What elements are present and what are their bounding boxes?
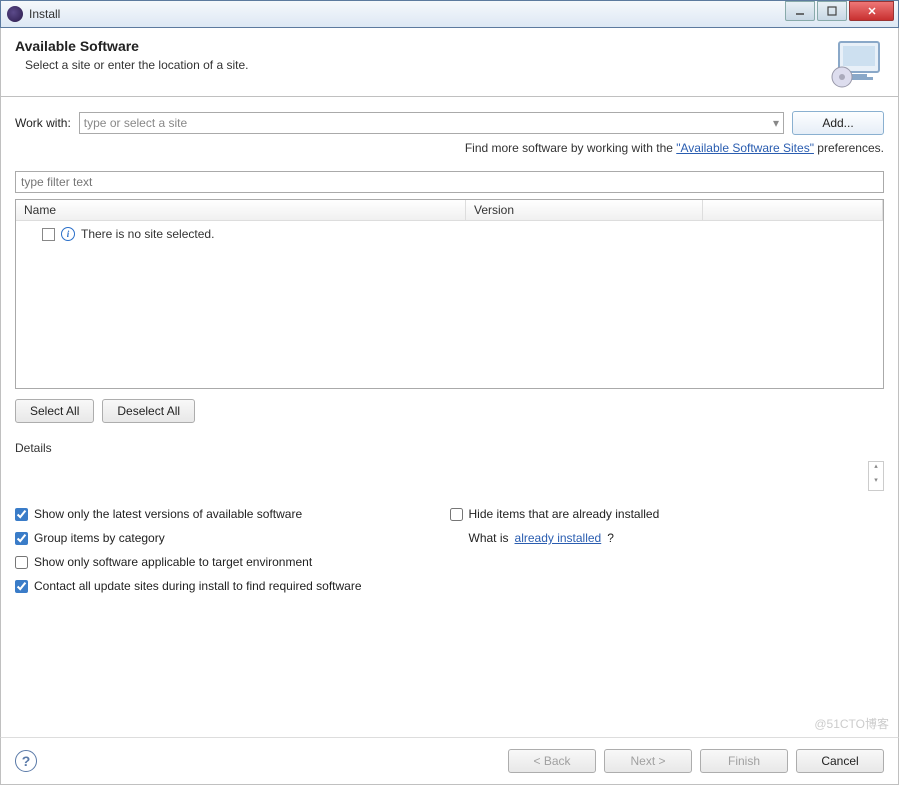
details-label: Details xyxy=(15,441,884,455)
watermark: @51CTO博客 xyxy=(814,715,889,732)
row-checkbox[interactable] xyxy=(42,228,55,241)
back-button[interactable]: < Back xyxy=(508,749,596,773)
close-button[interactable] xyxy=(849,1,894,21)
workwith-label: Work with: xyxy=(15,116,71,130)
column-version[interactable]: Version xyxy=(466,200,703,220)
app-icon xyxy=(7,6,23,22)
next-button[interactable]: Next > xyxy=(604,749,692,773)
select-all-button[interactable]: Select All xyxy=(15,399,94,423)
check-applicable-only[interactable]: Show only software applicable to target … xyxy=(15,555,450,569)
titlebar[interactable]: Install xyxy=(0,0,899,28)
details-spinner[interactable]: ▴▾ xyxy=(868,461,884,491)
page-subtitle: Select a site or enter the location of a… xyxy=(25,58,248,72)
add-button[interactable]: Add... xyxy=(792,111,884,135)
cancel-button[interactable]: Cancel xyxy=(796,749,884,773)
help-icon[interactable]: ? xyxy=(15,750,37,772)
tree-empty-row: i There is no site selected. xyxy=(22,227,877,241)
dialog-header: Available Software Select a site or ente… xyxy=(0,28,899,97)
column-name[interactable]: Name xyxy=(16,200,466,220)
workwith-placeholder: type or select a site xyxy=(84,116,187,130)
whatis-row: What is already installed? xyxy=(450,531,885,545)
finish-button[interactable]: Finish xyxy=(700,749,788,773)
details-area: ▴▾ xyxy=(15,461,884,495)
software-tree[interactable]: Name Version i There is no site selected… xyxy=(15,199,884,389)
findmore-text: Find more software by working with the "… xyxy=(15,141,884,155)
available-sites-link[interactable]: "Available Software Sites" xyxy=(676,141,814,155)
dialog-footer: ? < Back Next > Finish Cancel xyxy=(0,737,899,785)
window-title: Install xyxy=(29,7,785,21)
page-title: Available Software xyxy=(15,38,248,54)
maximize-button[interactable] xyxy=(817,1,847,21)
chevron-down-icon: ▾ xyxy=(773,116,779,130)
check-contact-update-sites[interactable]: Contact all update sites during install … xyxy=(15,579,450,593)
check-latest-versions[interactable]: Show only the latest versions of availab… xyxy=(15,507,450,521)
check-hide-installed[interactable]: Hide items that are already installed xyxy=(450,507,885,521)
minimize-button[interactable] xyxy=(785,1,815,21)
check-group-by-category[interactable]: Group items by category xyxy=(15,531,450,545)
install-icon xyxy=(829,38,884,88)
tree-header: Name Version xyxy=(16,200,883,221)
empty-message: There is no site selected. xyxy=(81,227,214,241)
deselect-all-button[interactable]: Deselect All xyxy=(102,399,195,423)
filter-input[interactable] xyxy=(15,171,884,193)
info-icon: i xyxy=(61,227,75,241)
already-installed-link[interactable]: already installed xyxy=(515,531,602,545)
workwith-combo[interactable]: type or select a site ▾ xyxy=(79,112,784,134)
